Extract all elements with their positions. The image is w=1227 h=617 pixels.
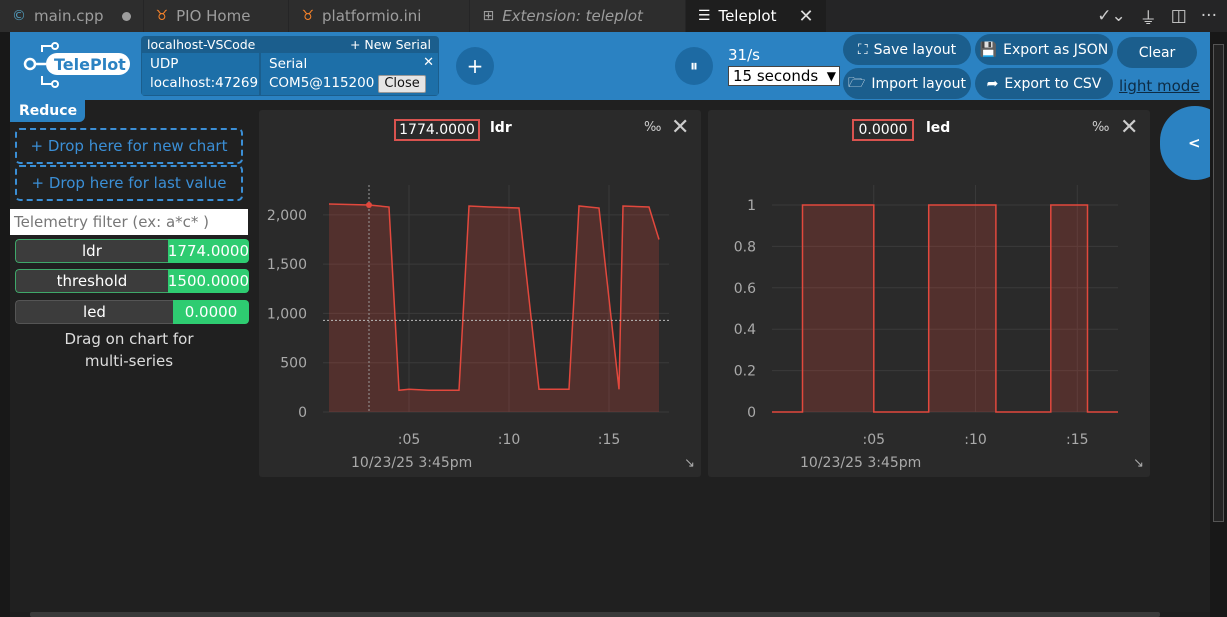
y-tick-label: 0 xyxy=(747,405,756,421)
telemetry-item-led[interactable]: led 0.0000 xyxy=(15,300,249,324)
led-chart[interactable]: 0 0.2 0.4 0.6 0.8 1 :05 :10 :15 10/23/25 3:45pm xyxy=(708,110,1150,477)
reduce-button[interactable]: Reduce xyxy=(10,100,85,122)
serial-input: ✕ Serial COM5@115200 Close xyxy=(261,53,438,95)
y-tick-label: 0.8 xyxy=(734,239,756,255)
resize-icon[interactable]: ↘ xyxy=(684,456,695,471)
data-rate: 31/s xyxy=(728,46,760,64)
drop-last-value-zone[interactable]: + Drop here for last value xyxy=(15,165,243,201)
platformio-icon: ♉ xyxy=(301,8,315,24)
teleplot-logo: TelePlot xyxy=(23,42,130,88)
telemetry-filter-input[interactable]: Telemetry filter (ex: a*c* ) xyxy=(10,209,248,235)
x-tick-label: :05 xyxy=(398,432,421,448)
more-actions-icon[interactable]: ··· xyxy=(1201,6,1217,26)
y-tick-label: 500 xyxy=(280,356,307,372)
chart-current-value: 0.0000 xyxy=(852,119,914,141)
plug-icon[interactable]: ⏚ xyxy=(1140,4,1157,29)
udp-address: localhost:47269 xyxy=(150,75,259,91)
vertical-scrollbar[interactable] xyxy=(1210,32,1227,617)
telemetry-item-threshold[interactable]: threshold 1500.0000 xyxy=(15,269,249,293)
remove-serial-icon[interactable]: ✕ xyxy=(423,53,434,72)
tab-pio-home[interactable]: ♉ PIO Home xyxy=(143,0,290,32)
udp-input: UDP localhost:47269 xyxy=(142,53,259,95)
time-window-select[interactable]: 15 seconds ▼ xyxy=(728,66,840,86)
editor-tab-bar: © main.cpp ♉ PIO Home ♉ platformio.ini ⊞… xyxy=(0,0,1227,32)
tab-main-cpp[interactable]: © main.cpp xyxy=(0,0,144,32)
x-tick-label: :05 xyxy=(862,432,885,448)
new-serial-button[interactable]: + New Serial xyxy=(350,37,431,52)
light-mode-link[interactable]: light mode xyxy=(1119,77,1200,95)
permille-icon[interactable]: ‰ xyxy=(644,120,661,135)
telemetry-item-ldr[interactable]: ldr 1774.0000 xyxy=(15,239,249,263)
chart-current-value: 1774.0000 xyxy=(394,119,480,141)
platformio-icon: ♉ xyxy=(155,8,169,24)
serial-port: COM5@115200 xyxy=(269,75,375,91)
pause-button[interactable]: ⏸ xyxy=(675,47,713,85)
ldr-chart[interactable]: 0 500 1,000 1,500 2,000 :05 :10 :15 10/23/25 3:4… xyxy=(259,110,701,477)
extensions-icon: ⊞ xyxy=(482,8,495,24)
tab-platformio-ini[interactable]: ♉ platformio.ini xyxy=(289,0,471,32)
multi-series-hint: Drag on chart for multi-series xyxy=(64,330,194,370)
split-editor-icon[interactable]: ◫ xyxy=(1171,6,1187,26)
chart-panel-ldr[interactable]: 0 500 1,000 1,500 2,000 :05 :10 :15 10/23/25 3:4… xyxy=(259,110,701,477)
y-tick-label: 1,000 xyxy=(267,306,307,322)
y-tick-label: 0.6 xyxy=(734,281,756,297)
teleplot-view: TelePlot localhost-VSCode + New Serial U… xyxy=(10,32,1210,612)
modified-dot-icon xyxy=(121,11,131,21)
chevron-down-icon: ▼ xyxy=(826,69,836,83)
export-json-button[interactable]: 💾 Export as JSON xyxy=(975,34,1113,65)
c-plus-plus-icon: © xyxy=(12,8,26,24)
tab-teleplot[interactable]: ☰ Teleplot ✕ xyxy=(685,0,827,32)
chart-panel-led[interactable]: 0 0.2 0.4 0.6 0.8 1 :05 :10 :15 10/23/25 3:45pm 0… xyxy=(708,110,1150,477)
x-tick-label: :10 xyxy=(498,432,521,448)
close-chart-icon[interactable]: ✕ xyxy=(1120,115,1138,140)
drop-new-chart-zone[interactable]: + Drop here for new chart xyxy=(15,128,243,164)
chart-series-name: ldr xyxy=(490,120,512,136)
y-tick-label: 1 xyxy=(747,198,756,214)
clear-button[interactable]: Clear xyxy=(1117,37,1197,68)
permille-icon[interactable]: ‰ xyxy=(1092,120,1109,135)
horizontal-scrollbar[interactable] xyxy=(30,612,1160,617)
close-tab-icon[interactable]: ✕ xyxy=(798,6,813,27)
sidebar-toggle-button[interactable]: < xyxy=(1160,106,1210,180)
y-tick-label: 0.2 xyxy=(734,364,756,380)
y-tick-label: 1,500 xyxy=(267,257,307,273)
close-chart-icon[interactable]: ✕ xyxy=(671,115,689,140)
left-gutter xyxy=(0,32,10,617)
connection-panel: localhost-VSCode + New Serial UDP localh… xyxy=(141,36,439,96)
export-csv-button[interactable]: ➦ Export to CSV xyxy=(975,68,1113,99)
scrollbar-thumb[interactable] xyxy=(1213,44,1224,522)
chart-series-name: led xyxy=(926,120,951,136)
y-tick-label: 0 xyxy=(298,405,307,421)
chart-date: 10/23/25 3:45pm xyxy=(351,455,472,471)
save-layout-button[interactable]: ⛶ Save layout xyxy=(843,34,971,65)
save-icon: 💾 xyxy=(979,41,998,58)
y-tick-label: 0.4 xyxy=(734,322,756,338)
logo-text: TelePlot xyxy=(54,55,126,74)
editor-actions: ✓⌄ ⏚ ◫ ··· xyxy=(1097,0,1227,32)
x-tick-label: :10 xyxy=(964,432,987,448)
udp-type: UDP xyxy=(150,56,179,72)
folder-icon: 🗁 xyxy=(848,74,866,91)
chart-date: 10/23/25 3:45pm xyxy=(800,455,921,471)
cursor-point xyxy=(366,202,372,208)
resize-icon[interactable]: ↘ xyxy=(1133,456,1144,471)
teleplot-header: TelePlot localhost-VSCode + New Serial U… xyxy=(10,32,1210,100)
series-area xyxy=(772,205,1118,412)
add-connection-button[interactable]: + xyxy=(456,47,494,85)
tab-extension-teleplot[interactable]: ⊞ Extension: teleplot xyxy=(470,0,686,32)
check-icon[interactable]: ✓⌄ xyxy=(1097,6,1126,26)
share-arrow-icon: ➦ xyxy=(986,75,999,92)
y-tick-label: 2,000 xyxy=(267,208,307,224)
close-serial-button[interactable]: Close xyxy=(378,75,426,93)
import-layout-button[interactable]: 🗁 Import layout xyxy=(843,68,971,99)
connection-name: localhost-VSCode xyxy=(147,36,256,52)
x-tick-label: :15 xyxy=(1066,432,1089,448)
x-tick-label: :15 xyxy=(598,432,621,448)
serial-type: Serial xyxy=(269,56,308,72)
preview-icon: ☰ xyxy=(697,8,711,24)
fullscreen-icon: ⛶ xyxy=(857,41,868,58)
